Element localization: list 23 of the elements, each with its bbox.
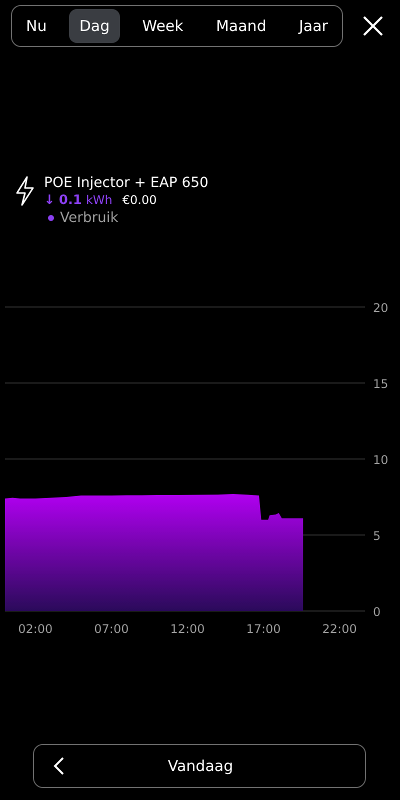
close-button[interactable]: [361, 14, 385, 38]
y-axis-label: 20: [373, 301, 388, 315]
y-axis-label: 0: [373, 605, 381, 619]
period-tab[interactable]: Week: [132, 9, 194, 43]
cost-value: €0.00: [122, 193, 157, 207]
x-axis-label: 17:00: [246, 622, 281, 636]
y-axis-label: 15: [373, 377, 388, 391]
date-label: Vandaag: [166, 757, 234, 775]
x-axis-label: 12:00: [170, 622, 205, 636]
x-axis-label: 22:00: [322, 622, 357, 636]
period-tab[interactable]: Nu: [16, 9, 57, 43]
x-axis-label: 07:00: [94, 622, 129, 636]
legend-label: Verbruik: [60, 210, 118, 226]
period-tab[interactable]: Dag: [69, 9, 120, 43]
y-axis-label: 10: [373, 453, 388, 467]
device-name: POE Injector + EAP 650: [44, 175, 208, 191]
lightning-icon: [14, 175, 36, 207]
energy-amount: ↓ 0.1 kWh: [44, 193, 112, 208]
period-tab[interactable]: Maand: [206, 9, 276, 43]
back-button[interactable]: [52, 756, 66, 776]
x-axis-label: 02:00: [18, 622, 53, 636]
y-axis-label: 5: [373, 529, 381, 543]
period-tab[interactable]: Jaar: [288, 9, 338, 43]
